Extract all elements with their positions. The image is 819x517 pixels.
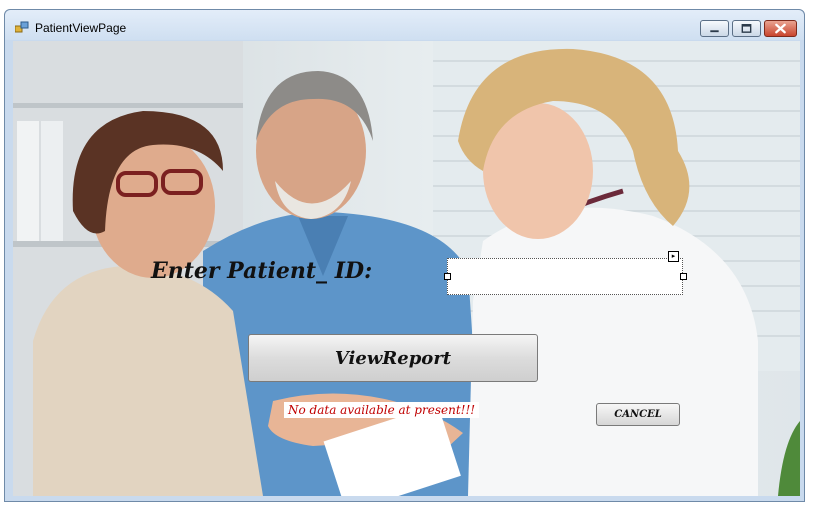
form-client-area: Enter Patient_ ID: ▸ ViewReport No data … bbox=[13, 41, 800, 496]
app-icon bbox=[15, 21, 29, 33]
maximize-icon bbox=[741, 24, 752, 33]
title-bar[interactable]: PatientViewPage bbox=[5, 10, 804, 40]
app-window: PatientViewPage Enter Patient_ ID: ▸ Vie… bbox=[4, 9, 805, 502]
status-message: No data available at present!!! bbox=[284, 402, 480, 418]
close-icon bbox=[775, 23, 786, 34]
minimize-icon bbox=[710, 30, 719, 33]
close-button[interactable] bbox=[764, 20, 797, 37]
patient-id-input[interactable] bbox=[447, 258, 683, 295]
smart-tag-icon[interactable]: ▸ bbox=[668, 251, 679, 262]
cancel-button[interactable]: CANCEL bbox=[596, 403, 680, 426]
resize-handle-left[interactable] bbox=[444, 273, 451, 280]
minimize-button[interactable] bbox=[700, 20, 729, 37]
window-title: PatientViewPage bbox=[35, 21, 127, 35]
patient-id-label: Enter Patient_ ID: bbox=[151, 258, 373, 284]
view-report-button[interactable]: ViewReport bbox=[248, 334, 538, 382]
maximize-button[interactable] bbox=[732, 20, 761, 37]
resize-handle-right[interactable] bbox=[680, 273, 687, 280]
